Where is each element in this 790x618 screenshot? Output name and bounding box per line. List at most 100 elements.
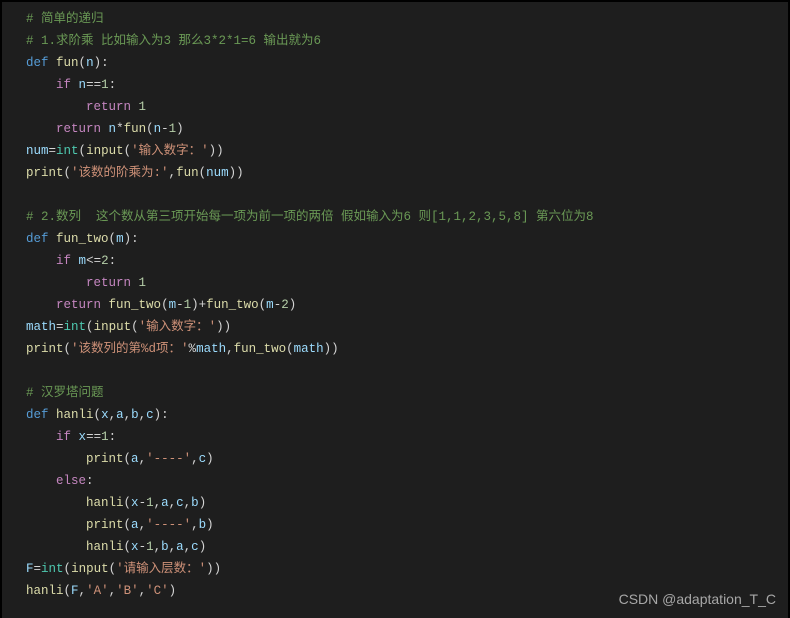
- code-line: print('该数的阶乘为:',fun(num)): [26, 162, 788, 184]
- var: c: [176, 496, 184, 510]
- func-call: fun: [176, 166, 199, 180]
- var: m: [79, 254, 87, 268]
- var: math: [26, 320, 56, 334]
- string: 'A': [86, 584, 109, 598]
- var: b: [199, 518, 207, 532]
- builtin-int: int: [56, 144, 79, 158]
- func-name: fun_two: [56, 232, 109, 246]
- builtin-print: print: [26, 166, 64, 180]
- number: 1: [101, 430, 109, 444]
- comment: # 汉罗塔问题: [26, 386, 104, 400]
- kw-if: if: [56, 430, 71, 444]
- code-line: # 汉罗塔问题: [26, 382, 788, 404]
- func-name: hanli: [56, 408, 94, 422]
- var: m: [266, 298, 274, 312]
- var: num: [26, 144, 49, 158]
- func-name: fun: [56, 56, 79, 70]
- var: b: [161, 540, 169, 554]
- var: F: [26, 562, 34, 576]
- code-line: else:: [26, 470, 788, 492]
- kw-def: def: [26, 408, 49, 422]
- builtin-input: input: [71, 562, 109, 576]
- kw-if: if: [56, 254, 71, 268]
- func-call: fun_two: [234, 342, 287, 356]
- builtin-print: print: [86, 452, 124, 466]
- kw-return: return: [56, 122, 101, 136]
- string: '该数列的第%d项：': [71, 342, 189, 356]
- code-editor: # 简单的递归 # 1.求阶乘 比如输入为3 那么3*2*1=6 输出就为6 d…: [0, 0, 790, 618]
- string: '输入数字：': [139, 320, 217, 334]
- func-call: hanli: [86, 540, 124, 554]
- number: 1: [146, 496, 154, 510]
- blank-line: [26, 360, 788, 382]
- func-call: hanli: [86, 496, 124, 510]
- string: 'B': [116, 584, 139, 598]
- number: 1: [139, 276, 147, 290]
- code-line: print(a,'----',b): [26, 514, 788, 536]
- string: '输入数字：': [131, 144, 209, 158]
- code-line: return 1: [26, 96, 788, 118]
- code-line: hanli(x-1,a,c,b): [26, 492, 788, 514]
- param: m: [116, 232, 124, 246]
- watermark: CSDN @adaptation_T_C: [619, 588, 776, 610]
- var: n: [79, 78, 87, 92]
- code-line: return fun_two(m-1)+fun_two(m-2): [26, 294, 788, 316]
- var: math: [294, 342, 324, 356]
- param: c: [146, 408, 154, 422]
- code-line: hanli(x-1,b,a,c): [26, 536, 788, 558]
- var: x: [79, 430, 87, 444]
- var: F: [71, 584, 79, 598]
- var: n: [109, 122, 117, 136]
- number: 2: [281, 298, 289, 312]
- code-line: def hanli(x,a,b,c):: [26, 404, 788, 426]
- var: c: [199, 452, 207, 466]
- param: a: [116, 408, 124, 422]
- string: 'C': [146, 584, 169, 598]
- var: a: [131, 518, 139, 532]
- number: 1: [146, 540, 154, 554]
- code-line: def fun_two(m):: [26, 228, 788, 250]
- code-line: def fun(n):: [26, 52, 788, 74]
- number: 1: [184, 298, 192, 312]
- var: a: [176, 540, 184, 554]
- code-line: num=int(input('输入数字：')): [26, 140, 788, 162]
- var: n: [154, 122, 162, 136]
- builtin-int: int: [41, 562, 64, 576]
- code-line: print('该数列的第%d项：'%math,fun_two(math)): [26, 338, 788, 360]
- code-line: return 1: [26, 272, 788, 294]
- code-line: if n==1:: [26, 74, 788, 96]
- var: b: [191, 496, 199, 510]
- code-line: # 1.求阶乘 比如输入为3 那么3*2*1=6 输出就为6: [26, 30, 788, 52]
- comment: # 2.数列 这个数从第三项开始每一项为前一项的两倍 假如输入为6 则[1,1,…: [26, 210, 594, 224]
- code-line: # 2.数列 这个数从第三项开始每一项为前一项的两倍 假如输入为6 则[1,1,…: [26, 206, 788, 228]
- var: a: [161, 496, 169, 510]
- code-line: # 简单的递归: [26, 8, 788, 30]
- kw-def: def: [26, 56, 49, 70]
- kw-return: return: [86, 100, 131, 114]
- var: c: [191, 540, 199, 554]
- code-line: if m<=2:: [26, 250, 788, 272]
- number: 1: [101, 78, 109, 92]
- code-line: F=int(input('请输入层数：')): [26, 558, 788, 580]
- string: '请输入层数：': [116, 562, 206, 576]
- builtin-input: input: [94, 320, 132, 334]
- builtin-print: print: [26, 342, 64, 356]
- builtin-print: print: [86, 518, 124, 532]
- comment: # 简单的递归: [26, 12, 104, 26]
- code-line: math=int(input('输入数字：')): [26, 316, 788, 338]
- builtin-int: int: [64, 320, 87, 334]
- code-line: print(a,'----',c): [26, 448, 788, 470]
- number: 1: [139, 100, 147, 114]
- comment: # 1.求阶乘 比如输入为3 那么3*2*1=6 输出就为6: [26, 34, 321, 48]
- builtin-input: input: [86, 144, 124, 158]
- func-call: fun: [124, 122, 147, 136]
- func-call: fun_two: [206, 298, 259, 312]
- blank-line: [26, 184, 788, 206]
- param: b: [131, 408, 139, 422]
- kw-if: if: [56, 78, 71, 92]
- var: x: [131, 496, 139, 510]
- func-call: fun_two: [109, 298, 162, 312]
- func-call: hanli: [26, 584, 64, 598]
- string: '该数的阶乘为:': [71, 166, 169, 180]
- code-line: if x==1:: [26, 426, 788, 448]
